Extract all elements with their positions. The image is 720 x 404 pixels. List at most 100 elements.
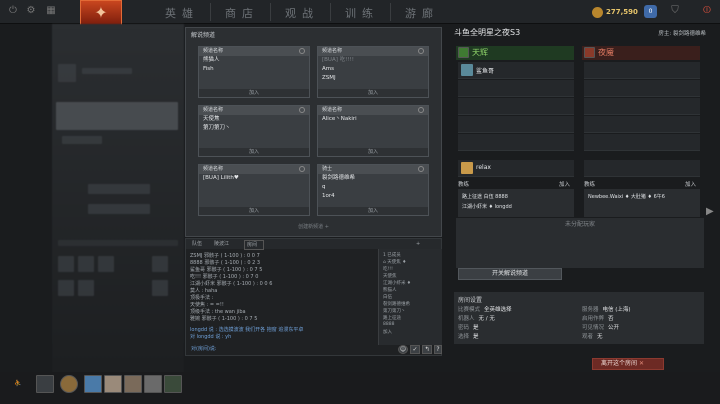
player-slot[interactable] (458, 134, 574, 151)
coach-join-button[interactable]: 加入 (685, 180, 696, 188)
more-icon[interactable]: ? (434, 345, 442, 354)
tab-team[interactable]: 队伍 (192, 240, 202, 248)
player-slot[interactable] (584, 160, 700, 177)
party-member-avatar[interactable] (164, 375, 182, 393)
create-channel-label: 创建新频道 (298, 224, 324, 230)
setting-item: 启用作弊否 (582, 316, 614, 322)
slot-header: 频道名称 (203, 107, 224, 113)
info-icon[interactable] (299, 107, 305, 113)
nav-store[interactable]: 商店 (225, 5, 259, 21)
nav-watch[interactable]: 观战 (285, 5, 319, 21)
slot-join-button[interactable]: 加入 (318, 148, 428, 156)
shield-icon[interactable]: ⛉ (668, 4, 682, 18)
setting-item: 选择是 (458, 334, 479, 340)
member-item[interactable]: 熊猫人 (383, 287, 397, 293)
party-icon[interactable] (36, 375, 54, 393)
player-slot[interactable] (584, 62, 700, 79)
emoji-icon[interactable]: ☺ (398, 345, 408, 354)
member-item[interactable]: 天使焦 (383, 273, 397, 279)
nav-heroes[interactable]: 英雄 (165, 5, 199, 21)
tab-room[interactable]: 房间 (244, 240, 265, 250)
slot-caster: [BUA] Lilith♥ (203, 175, 239, 181)
leave-lobby-button[interactable]: 离开这个房间 ✕ (592, 358, 664, 370)
player-slot[interactable]: 鲨鱼哥 (458, 62, 574, 79)
member-item[interactable]: 路上征途 (383, 315, 401, 321)
member-item[interactable]: 吃!!! (383, 266, 393, 272)
plus-icon: + (324, 224, 329, 230)
member-item[interactable]: 8888 (383, 322, 394, 327)
slot-join-button[interactable]: 加入 (199, 207, 309, 215)
player-slot[interactable]: relax (458, 160, 574, 177)
member-item[interactable]: 1 已成员 (383, 252, 401, 258)
slot-join-button[interactable]: 加入 (199, 89, 309, 97)
coach-row: Newbee.Waixi ♦ 大肚猪 ♦ 6午6 (588, 194, 665, 200)
member-item[interactable]: 第刀第刀丶 (383, 308, 406, 314)
broadcast-slot: 频道名称 熊猫人 Fish 加入 (198, 46, 310, 98)
party-member-avatar[interactable] (84, 375, 102, 393)
slot-join-button[interactable]: 加入 (199, 148, 309, 156)
slot-join-button[interactable]: 加入 (318, 89, 428, 97)
player-avatar[interactable] (60, 375, 78, 393)
chat-message: 雅婉 邪骸子 ( 1-100 ) : 0 7 5 (190, 316, 258, 322)
dota-logo-button[interactable]: ✦ (80, 0, 122, 26)
reply-icon[interactable]: ↰ (422, 345, 432, 354)
info-icon[interactable] (418, 166, 424, 172)
leave-label: 离开这个房间 (601, 360, 638, 367)
tab-channel[interactable]: 陵波江 (214, 240, 229, 248)
gold-counter[interactable]: 277,590 (592, 5, 638, 19)
party-member-avatar[interactable] (104, 375, 122, 393)
coach-row: 江湖小虾米 ♦ longdd (462, 204, 512, 210)
gold-value: 277,590 (606, 8, 638, 16)
slot-header: 频道名称 (203, 48, 224, 54)
unassigned-players[interactable]: 未分配玩家 (456, 218, 704, 268)
create-channel-button[interactable]: 创建新频道 + (186, 223, 441, 230)
chat-input[interactable]: 对(房间)说: (188, 344, 398, 354)
grid-icon[interactable]: ▦ (44, 4, 58, 18)
player-slot[interactable] (584, 80, 700, 97)
player-slot[interactable] (584, 116, 700, 133)
radiant-icon (458, 47, 469, 58)
slot-caster: [BUA] 吃!!!! (322, 57, 354, 63)
power-icon[interactable]: ⏻ (6, 4, 20, 18)
slot-join-button[interactable]: 加入 (318, 207, 428, 215)
member-item[interactable]: 白伍 (383, 294, 392, 300)
member-item[interactable]: 裂剑路德维希 (383, 301, 410, 307)
coach-label: 教练 (584, 182, 596, 188)
send-check-icon[interactable]: ✓ (410, 345, 420, 354)
chat-message: ZSMJ 邪骸子 ( 1-100 ) : 0 0 7 (190, 253, 260, 259)
info-icon[interactable] (418, 48, 424, 54)
member-item[interactable]: 加入 (383, 329, 392, 335)
info-icon[interactable] (299, 166, 305, 172)
chat-message: 天使焦 : = =!! (190, 302, 224, 308)
tab-close-icon[interactable]: + (416, 240, 420, 248)
setting-item: 观者无 (582, 334, 603, 340)
member-item[interactable]: 江湖小虾米 ♦ (383, 280, 411, 286)
slot-header: 频道名称 (322, 48, 343, 54)
chevron-right-icon[interactable]: ▶ (706, 206, 714, 217)
chat-message: longdd 说 : 选选摸波波 我们开各 抱窗 追漫东平卓 (190, 327, 304, 333)
player-slot[interactable] (458, 98, 574, 115)
toggle-broadcast-button[interactable]: 开关解说频道 (458, 268, 562, 280)
lobby-panel: 斗鱼全明星之夜S3 房主: 裂剑路德维希 天辉 鲨鱼哥 relax 夜魇 教练 … (454, 24, 720, 374)
coach-join-button[interactable]: 加入 (559, 180, 570, 188)
player-slot[interactable] (458, 80, 574, 97)
member-item[interactable]: ⌂ 天使焦 ♦ (383, 259, 406, 265)
player-slot[interactable] (584, 98, 700, 115)
player-slot[interactable] (584, 134, 700, 151)
chat-message: 吃!!! 邪骸子 ( 1-100 ) : 0 7 0 (190, 274, 259, 280)
slot-caster: 熊猫人 (203, 57, 220, 63)
shards-badge[interactable]: 0 (644, 5, 657, 18)
party-member-avatar[interactable] (124, 375, 142, 393)
exit-icon[interactable]: ⏼ (700, 4, 714, 18)
player-slot[interactable] (458, 116, 574, 133)
slot-caster: 第刀第刀丶 (203, 125, 231, 131)
info-icon[interactable] (299, 48, 305, 54)
gear-icon[interactable]: ⚙ (24, 4, 38, 18)
party-member-avatar[interactable] (144, 375, 162, 393)
info-icon[interactable] (418, 107, 424, 113)
setting-item: 机器人无 / 无 (458, 316, 495, 322)
nav-learn[interactable]: 训练 (345, 5, 379, 21)
nav-arcade[interactable]: 游廊 (405, 5, 439, 21)
slot-caster: 天使焦 (203, 116, 220, 122)
setting-item: 服务器 电信 (上海) (582, 307, 631, 313)
